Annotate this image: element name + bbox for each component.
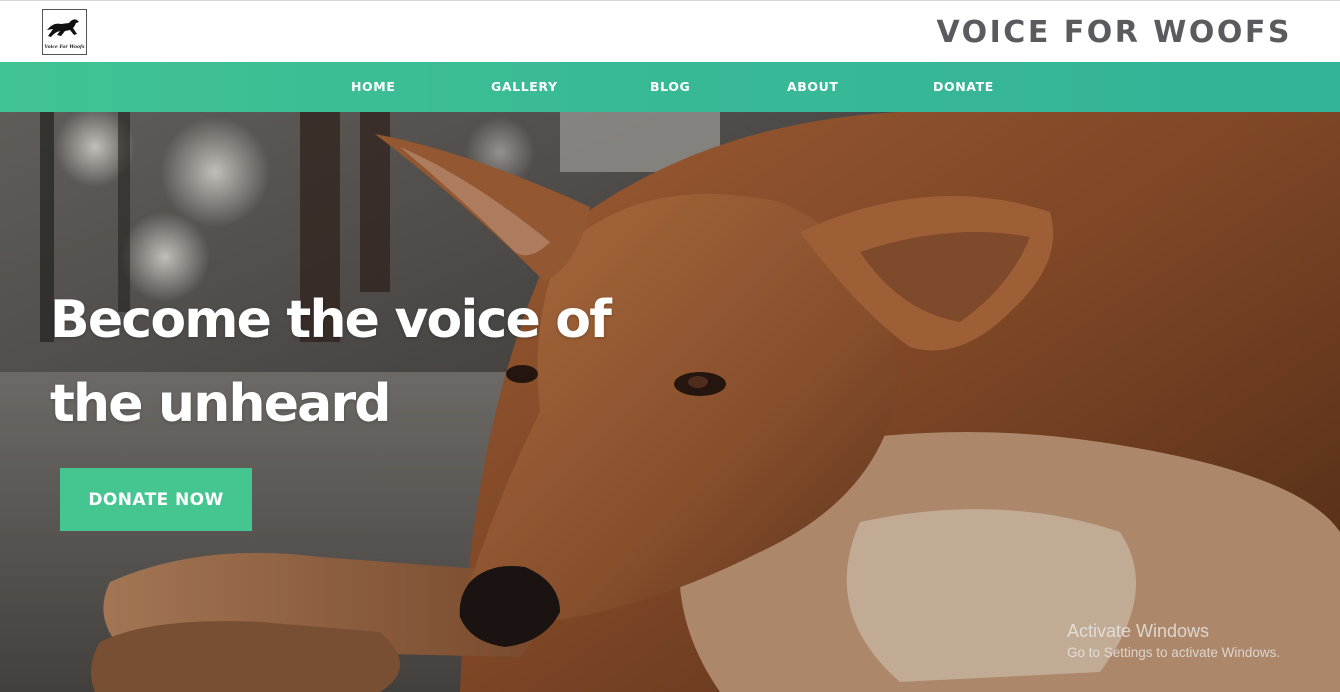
watermark-subtitle: Go to Settings to activate Windows. xyxy=(1067,645,1281,660)
site-logo[interactable]: Voice For Woofs xyxy=(42,9,87,55)
nav-blog-link[interactable]: BLOG xyxy=(650,78,690,96)
main-nav: HOME GALLERY BLOG ABOUT DONATE xyxy=(0,62,1340,112)
windows-activation-watermark: Activate Windows Go to Settings to activ… xyxy=(1067,620,1280,664)
hero-headline-line-2: the unheard xyxy=(50,374,392,434)
hero-headline-line-1: Become the voice of xyxy=(50,290,612,350)
site-title: VOICE FOR WOOFS xyxy=(936,15,1292,50)
site-header: Voice For Woofs VOICE FOR WOOFS xyxy=(0,0,1340,62)
donate-now-button[interactable]: DONATE NOW xyxy=(60,468,252,531)
nav-about-link[interactable]: ABOUT xyxy=(787,78,839,96)
nav-gallery-link[interactable]: GALLERY xyxy=(491,78,558,96)
hero-headline: Become the voice of the unheard xyxy=(50,278,690,446)
nav-home-link[interactable]: HOME xyxy=(351,78,395,96)
hero-section: Become the voice of the unheard DONATE N… xyxy=(0,112,1340,692)
watermark-title: Activate Windows xyxy=(1067,621,1210,641)
logo-caption: Voice For Woofs xyxy=(44,45,85,50)
nav-donate-link[interactable]: DONATE xyxy=(933,78,994,96)
